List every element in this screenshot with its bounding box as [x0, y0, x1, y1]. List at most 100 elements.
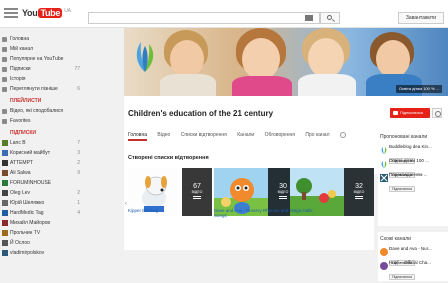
search-input[interactable] — [88, 12, 320, 24]
subscribe-button[interactable]: Підписатися — [389, 274, 416, 280]
guide-item-favorites[interactable]: Favorites — [0, 116, 88, 126]
guide-subscription-item[interactable]: HardMedic Tag 4 — [0, 208, 88, 218]
guide-subscription-item[interactable]: ATTEMPT 2 — [0, 158, 88, 168]
channel-tabs: Головна Відео Списки відтворення Канали … — [128, 131, 346, 141]
recommended-title: Пропоновані канали — [380, 134, 428, 140]
subscription-label: ATTEMPT — [10, 160, 33, 166]
subscription-label: HardMedic Tag — [10, 210, 44, 216]
guide-item-liked[interactable]: Відео, які сподобалися — [0, 106, 88, 116]
section-title: Створені списки відтворення — [128, 155, 209, 161]
subscription-label: Lanc B — [10, 140, 26, 146]
guide-sidebar: Головна Мій канал Популярне на YouTube П… — [0, 28, 88, 281]
tab-playlists[interactable]: Списки відтворення — [181, 131, 227, 141]
guide-subscription-item[interactable]: Михайл Майоров — [0, 218, 88, 228]
playlist-title[interactable]: Magic balls — [290, 208, 376, 213]
channel-avatar — [2, 250, 8, 256]
recommended-channel[interactable]: Перекладанням ... Підписатися — [378, 172, 448, 192]
child-shirt — [298, 74, 356, 96]
subscription-count: 9 — [77, 170, 80, 176]
playlist-icon — [193, 196, 201, 199]
channel-avatar — [2, 180, 8, 186]
search-button[interactable] — [320, 12, 340, 24]
child-face — [242, 38, 280, 80]
keyboard-icon[interactable] — [305, 15, 313, 21]
subscribe-button[interactable]: Підписатися — [390, 108, 430, 118]
guide-subscription-item[interactable]: vladimirpolskov — [0, 248, 88, 258]
subscription-label: Прольчин TV — [10, 230, 41, 236]
subscription-label: Корисний майбут — [10, 150, 51, 156]
child-face — [376, 40, 410, 78]
list-icon — [2, 119, 7, 124]
youtube-logo[interactable]: You Tube UA — [22, 8, 71, 18]
recommended-channel[interactable]: Buddleblog dea Kin... Підписатися — [378, 144, 448, 164]
subscription-count: 2 — [77, 190, 80, 196]
subscription-label: Ali Salwa — [10, 170, 31, 176]
user-icon — [2, 47, 7, 52]
banner-link[interactable]: Освіта дітям 100 % ... — [395, 85, 442, 93]
search-icon — [327, 15, 332, 20]
youtube-icon — [393, 111, 398, 115]
channel-avatar — [2, 150, 8, 156]
thumbs-up-icon — [2, 109, 7, 114]
menu-icon[interactable] — [4, 6, 18, 20]
channel-search-icon[interactable] — [339, 131, 346, 138]
channel-avatar — [2, 210, 8, 216]
tab-home[interactable]: Головна — [128, 131, 147, 141]
guide-subscription-item[interactable]: Lanc B 7 — [0, 138, 88, 148]
history-icon — [2, 77, 7, 82]
guide-item-home[interactable]: Головна — [0, 34, 88, 44]
guide-subscription-item[interactable]: Oleg Lev 2 — [0, 188, 88, 198]
subscription-count: 7 — [77, 140, 80, 146]
recommended-channels: Пропоновані канали Buddleblog dea Kin...… — [378, 130, 448, 226]
channel-avatar — [2, 230, 8, 236]
guide-subscription-item[interactable]: Прольчин TV — [0, 228, 88, 238]
tab-discussion[interactable]: Обговорення — [265, 131, 295, 141]
leaf-logo-icon — [136, 42, 154, 72]
channel-avatar — [2, 220, 8, 226]
fire-icon — [2, 57, 7, 62]
carousel-prev-icon[interactable]: ‹ — [125, 201, 127, 207]
settings-icon[interactable] — [432, 108, 442, 118]
similar-channel[interactable]: Dave and Ava - Nur... Підписатися — [378, 246, 448, 266]
child-face — [308, 38, 344, 78]
guide-subscription-item[interactable]: Юрій Шеляжко 1 — [0, 198, 88, 208]
guide-item-history[interactable]: Історія — [0, 74, 88, 84]
guide-subscription-item[interactable]: FORUMINHOUSE — [0, 178, 88, 188]
child-shirt — [232, 76, 292, 96]
playlist-icon — [279, 196, 287, 199]
subscription-label: FORUMINHOUSE — [10, 180, 52, 186]
subscription-label: Михайл Майоров — [10, 220, 51, 226]
subscription-label: Юрій Шеляжко — [10, 200, 45, 206]
guide-item-subscriptions[interactable]: Підписки 77 — [0, 64, 88, 74]
guide-subscription-item[interactable]: Й Ослоо — [0, 238, 88, 248]
channel-banner: Освіта дітям 100 % ... — [124, 28, 448, 96]
subscribe-button[interactable]: Підписатися — [389, 186, 416, 192]
upload-button[interactable]: Завантажити — [398, 12, 444, 24]
playlist-title[interactable]: Dave and Ava - Nursery Rhymes and Baby S… — [214, 208, 300, 218]
playlist-icon — [355, 196, 363, 199]
tab-about[interactable]: Про канал — [305, 131, 329, 141]
channel-avatar — [381, 161, 387, 168]
subscription-count: 2 — [77, 160, 80, 166]
guide-section-subscriptions[interactable]: ПІДПИСКИ — [0, 128, 88, 138]
channel-avatar — [2, 190, 8, 196]
guide-item-watch-later[interactable]: Переглянути пізніше 6 — [0, 84, 88, 94]
tab-videos[interactable]: Відео — [157, 131, 170, 141]
playlist-title[interactable]: Kipper the Dog — [128, 208, 214, 213]
guide-item-my-channel[interactable]: Мій канал — [0, 44, 88, 54]
guide-section-playlists[interactable]: ПЛЕЙЛИСТИ — [0, 96, 88, 106]
channel-avatar — [2, 200, 8, 206]
subscription-label: vladimirpolskov — [10, 250, 45, 256]
channel-avatar — [2, 140, 8, 146]
subscription-label: Й Ослоо — [10, 240, 30, 246]
child-face — [170, 40, 204, 78]
created-playlists-section: Створені списки відтворення ‹ 67 ВІДЕО K… — [124, 150, 374, 250]
guide-item-popular[interactable]: Популярне на YouTube — [0, 54, 88, 64]
channel-avatar — [2, 240, 8, 246]
similar-channel[interactable]: Hunf -- Official Cha... Підписатися — [378, 260, 448, 280]
guide-subscription-item[interactable]: Корисний майбут 3 — [0, 148, 88, 158]
recommended-channel[interactable]: Освіта дітям 100 ... Підписатися — [378, 158, 448, 178]
channel-avatar — [2, 170, 8, 176]
tab-channels[interactable]: Канали — [237, 131, 254, 141]
guide-subscription-item[interactable]: Ali Salwa 9 — [0, 168, 88, 178]
